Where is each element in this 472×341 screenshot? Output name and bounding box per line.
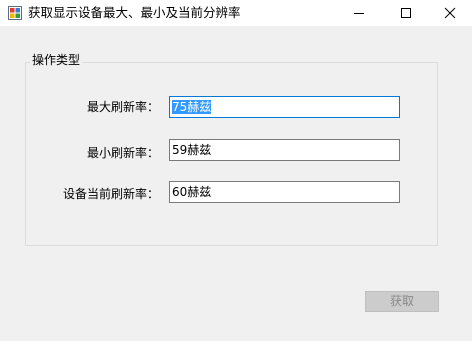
current-refresh-field[interactable]: 60赫兹 — [169, 181, 400, 203]
maximize-button[interactable] — [383, 0, 429, 26]
min-refresh-label: 最小刷新率： — [86, 146, 159, 160]
max-refresh-field[interactable]: 75赫兹 — [169, 96, 400, 118]
app-window: 获取显示设备最大、最小及当前分辨率 操作类型 最大刷新率： 75赫兹 最小刷新率… — [0, 0, 472, 341]
minimize-button[interactable] — [336, 0, 382, 26]
current-refresh-value: 60赫兹 — [172, 185, 212, 199]
title-bar[interactable]: 获取显示设备最大、最小及当前分辨率 — [0, 0, 472, 26]
min-refresh-field[interactable]: 59赫兹 — [169, 139, 400, 161]
minimize-icon — [354, 13, 364, 14]
max-refresh-label: 最大刷新率： — [86, 100, 159, 114]
current-refresh-label: 设备当前刷新率： — [62, 187, 159, 201]
maximize-icon — [401, 8, 411, 18]
close-icon — [444, 7, 456, 19]
app-icon — [8, 6, 22, 20]
max-refresh-value: 75赫兹 — [172, 100, 212, 114]
get-button[interactable]: 获取 — [365, 291, 439, 312]
close-button[interactable] — [427, 0, 472, 26]
group-legend: 操作类型 — [30, 52, 83, 68]
min-refresh-value: 59赫兹 — [172, 143, 212, 157]
window-title: 获取显示设备最大、最小及当前分辨率 — [28, 5, 241, 20]
